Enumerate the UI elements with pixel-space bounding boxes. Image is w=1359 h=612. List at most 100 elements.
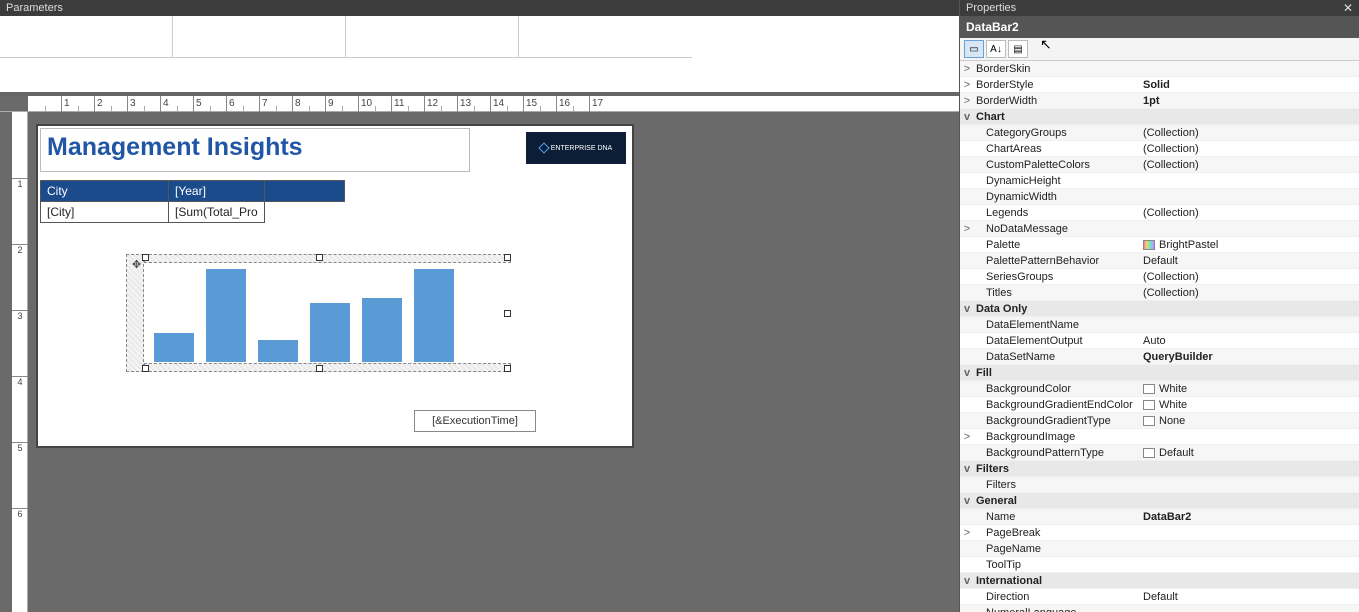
property-value[interactable]: (Collection) <box>1139 159 1359 171</box>
alphabetical-view-button[interactable]: A↓ <box>986 40 1006 58</box>
expand-toggle-icon[interactable]: > <box>960 431 974 443</box>
property-row[interactable]: PageName <box>960 541 1359 557</box>
property-row[interactable]: PalettePatternBehaviorDefault <box>960 253 1359 269</box>
property-category[interactable]: vData Only <box>960 301 1359 317</box>
properties-selected-object[interactable]: DataBar2 <box>960 16 1359 38</box>
property-row[interactable]: >NoDataMessage <box>960 221 1359 237</box>
property-row[interactable]: >BackgroundImage <box>960 429 1359 445</box>
parameter-cell[interactable] <box>173 16 346 58</box>
property-value[interactable]: QueryBuilder <box>1139 351 1359 363</box>
close-icon[interactable]: ✕ <box>1343 1 1353 15</box>
property-value[interactable]: 1pt <box>1139 95 1359 107</box>
logo-box[interactable]: ENTERPRISE DNA <box>526 132 626 164</box>
resize-handle[interactable] <box>504 310 511 317</box>
property-value[interactable]: Solid <box>1139 79 1359 91</box>
property-category[interactable]: vGeneral <box>960 493 1359 509</box>
property-value[interactable]: (Collection) <box>1139 271 1359 283</box>
table-header[interactable]: City <box>41 181 169 202</box>
table-header[interactable] <box>264 181 344 202</box>
databar-chart-selected[interactable]: ✥ <box>130 258 507 368</box>
resize-handle[interactable] <box>316 365 323 372</box>
property-row[interactable]: NameDataBar2 <box>960 509 1359 525</box>
property-row[interactable]: >BorderSkin <box>960 61 1359 77</box>
property-row[interactable]: CategoryGroups(Collection) <box>960 125 1359 141</box>
property-value[interactable]: Default <box>1139 447 1359 459</box>
chart-bar[interactable] <box>414 269 454 362</box>
property-value[interactable]: None <box>1139 415 1359 427</box>
property-value[interactable]: (Collection) <box>1139 127 1359 139</box>
chart-bar[interactable] <box>154 333 194 362</box>
chart-bar[interactable] <box>310 303 350 362</box>
property-row[interactable]: DataElementOutputAuto <box>960 333 1359 349</box>
property-row[interactable]: PaletteBrightPastel <box>960 237 1359 253</box>
resize-handle[interactable] <box>504 254 511 261</box>
property-row[interactable]: DataElementName <box>960 317 1359 333</box>
property-row[interactable]: DynamicHeight <box>960 173 1359 189</box>
expand-toggle-icon[interactable]: > <box>960 527 974 539</box>
property-value[interactable]: (Collection) <box>1139 207 1359 219</box>
property-row[interactable]: NumeralLanguage <box>960 605 1359 612</box>
property-value[interactable]: White <box>1139 399 1359 411</box>
expand-toggle-icon[interactable]: > <box>960 63 974 75</box>
property-row[interactable]: BackgroundPatternTypeDefault <box>960 445 1359 461</box>
parameters-body[interactable] <box>0 16 959 92</box>
property-value[interactable]: DataBar2 <box>1139 511 1359 523</box>
report-table[interactable]: City [Year] [City] [Sum(Total_Pro <box>40 180 345 223</box>
property-row[interactable]: >BorderStyleSolid <box>960 77 1359 93</box>
expand-toggle-icon[interactable]: > <box>960 95 974 107</box>
property-value[interactable]: Default <box>1139 591 1359 603</box>
property-row[interactable]: BackgroundGradientTypeNone <box>960 413 1359 429</box>
execution-time-box[interactable]: [&ExecutionTime] <box>414 410 536 432</box>
parameter-cell[interactable] <box>519 16 692 58</box>
property-category[interactable]: vChart <box>960 109 1359 125</box>
report-body[interactable]: Management Insights ENTERPRISE DNA City … <box>38 126 632 446</box>
property-row[interactable]: >BorderWidth1pt <box>960 93 1359 109</box>
expand-toggle-icon[interactable]: v <box>960 463 974 475</box>
expand-toggle-icon[interactable]: > <box>960 79 974 91</box>
property-value[interactable]: (Collection) <box>1139 143 1359 155</box>
expand-toggle-icon[interactable]: v <box>960 575 974 587</box>
property-row[interactable]: DynamicWidth <box>960 189 1359 205</box>
property-row[interactable]: SeriesGroups(Collection) <box>960 269 1359 285</box>
chart-plot-area[interactable] <box>148 264 507 362</box>
resize-handle[interactable] <box>504 365 511 372</box>
resize-handle[interactable] <box>316 254 323 261</box>
parameter-cell[interactable] <box>346 16 519 58</box>
resize-handle[interactable] <box>142 365 149 372</box>
design-canvas[interactable]: Management Insights ENTERPRISE DNA City … <box>28 112 959 612</box>
report-title-box[interactable]: Management Insights <box>40 128 470 172</box>
expand-toggle-icon[interactable]: > <box>960 223 974 235</box>
property-value[interactable]: Auto <box>1139 335 1359 347</box>
resize-handle[interactable] <box>142 254 149 261</box>
property-category[interactable]: vInternational <box>960 573 1359 589</box>
categorized-view-button[interactable]: ▭ <box>964 40 984 58</box>
property-row[interactable]: Legends(Collection) <box>960 205 1359 221</box>
chart-bar[interactable] <box>206 269 246 362</box>
table-cell[interactable]: [City] <box>41 202 169 223</box>
property-row[interactable]: DirectionDefault <box>960 589 1359 605</box>
property-row[interactable]: ToolTip <box>960 557 1359 573</box>
property-row[interactable]: >PageBreak <box>960 525 1359 541</box>
properties-grid[interactable]: >BorderSkin>BorderStyleSolid>BorderWidth… <box>960 61 1359 612</box>
property-value[interactable]: White <box>1139 383 1359 395</box>
property-row[interactable]: ChartAreas(Collection) <box>960 141 1359 157</box>
table-header[interactable]: [Year] <box>169 181 265 202</box>
property-value[interactable]: (Collection) <box>1139 287 1359 299</box>
expand-toggle-icon[interactable]: v <box>960 367 974 379</box>
property-value[interactable]: BrightPastel <box>1139 239 1359 251</box>
property-pages-button[interactable]: ▤ <box>1008 40 1028 58</box>
chart-bar[interactable] <box>362 298 402 362</box>
parameter-cell[interactable] <box>0 16 173 58</box>
property-category[interactable]: vFill <box>960 365 1359 381</box>
property-category[interactable]: vFilters <box>960 461 1359 477</box>
property-row[interactable]: BackgroundColorWhite <box>960 381 1359 397</box>
property-row[interactable]: DataSetNameQueryBuilder <box>960 349 1359 365</box>
expand-toggle-icon[interactable]: v <box>960 303 974 315</box>
property-row[interactable]: Titles(Collection) <box>960 285 1359 301</box>
property-row[interactable]: CustomPaletteColors(Collection) <box>960 157 1359 173</box>
property-value[interactable]: Default <box>1139 255 1359 267</box>
property-row[interactable]: Filters <box>960 477 1359 493</box>
expand-toggle-icon[interactable]: v <box>960 495 974 507</box>
expand-toggle-icon[interactable]: v <box>960 111 974 123</box>
property-row[interactable]: BackgroundGradientEndColorWhite <box>960 397 1359 413</box>
